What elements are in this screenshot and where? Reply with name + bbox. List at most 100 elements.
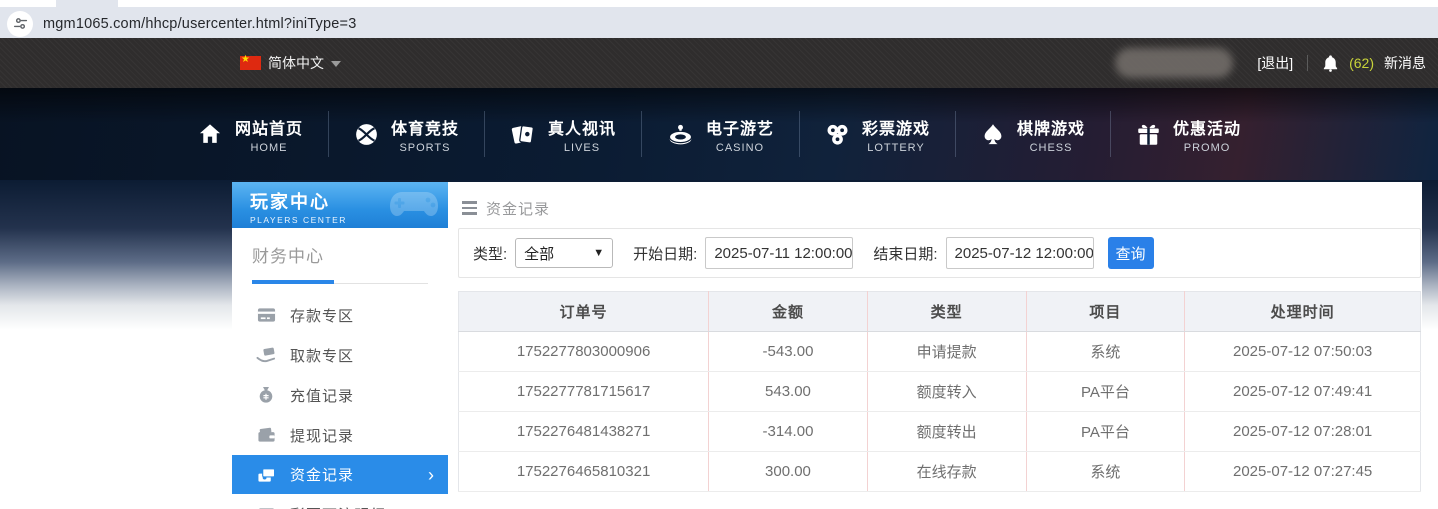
table-row: 1752277781715617 543.00 额度转入 PA平台 2025-07-12… — [458, 371, 1421, 412]
sidebar-item-label: 资金记录 — [290, 467, 355, 484]
table-row: 1752276481438271 -314.00 额度转出 PA平台 2025-07-1… — [458, 411, 1421, 452]
column-header: 金额 — [708, 291, 868, 332]
column-header: 订单号 — [458, 291, 710, 332]
main-content: 资金记录 类型: 全部 ▼ 开始日期: 结束日期: 查询 — [448, 182, 1422, 509]
sidebar-item-label: 存款专区 — [290, 307, 355, 325]
type-label: 类型: — [473, 245, 508, 263]
list-menu-icon — [462, 201, 477, 215]
table-cell: 2025-07-12 07:28:01 — [1184, 411, 1421, 452]
nav-item-chess[interactable]: 棋牌游戏 CHESS — [956, 115, 1110, 154]
tune-icon — [13, 18, 27, 29]
nav-item-label: 网站首页 HOME — [234, 120, 303, 154]
sidebar-item-funds-record[interactable]: 资金记录 › — [232, 455, 448, 494]
nav-item-lives[interactable]: 真人视讯 LIVES — [485, 115, 641, 154]
start-date-input[interactable] — [705, 237, 854, 269]
sidebar-item-withdraw-zone[interactable]: 取款专区 — [232, 335, 448, 375]
nav-item-home[interactable]: 网站首页 HOME — [172, 115, 328, 154]
table-header-row: 订单号 金额 类型 项目 处理时间 — [458, 291, 1421, 332]
top-utility-bar: ★ 简体中文 [退出] (62) 新消息 — [0, 38, 1438, 88]
sidebar-item-deposit-zone[interactable]: 存款专区 — [232, 295, 448, 335]
end-date-label: 结束日期: — [873, 245, 938, 263]
type-select-value: 全部 — [524, 245, 555, 263]
site-settings-icon[interactable] — [7, 10, 33, 37]
nav-item-label: 电子游艺 CASINO — [705, 120, 774, 154]
sidebar: 玩家中心 PLAYERS CENTER 财务中心 存款专区取款专区充值记录提现记… — [232, 182, 448, 509]
cards-icon — [510, 122, 536, 147]
language-selector[interactable]: ★ 简体中文 — [240, 53, 341, 73]
redacted-username — [1115, 48, 1234, 78]
sidebar-item-withdraw-record[interactable]: 提现记录 — [232, 415, 448, 455]
sidebar-header: 玩家中心 PLAYERS CENTER — [232, 182, 448, 228]
table-cell: 1752276465810321 — [458, 451, 710, 492]
sidebar-item-lottery-bet-detail[interactable]: 彩票下注明细 — [232, 494, 448, 509]
nav-item-casino[interactable]: 电子游艺 CASINO — [642, 115, 799, 154]
page-title: 资金记录 — [486, 200, 551, 218]
section-divider — [252, 280, 428, 284]
gift-icon — [1136, 122, 1161, 147]
table-cell: 543.00 — [708, 371, 868, 412]
caret-down-icon — [331, 61, 341, 67]
funds-record-table: 订单号 金额 类型 项目 处理时间 1752277803000906 -543.00 申请提… — [458, 291, 1421, 492]
wallet-icon — [256, 427, 276, 443]
column-header: 类型 — [867, 291, 1027, 332]
end-date-input[interactable] — [945, 237, 1094, 269]
message-count: (62) — [1349, 55, 1374, 71]
chevron-right-icon: › — [428, 464, 434, 485]
divider — [1307, 55, 1309, 71]
nav-item-lottery[interactable]: 彩票游戏 LOTTERY — [800, 115, 955, 154]
nav-item-label: 体育竞技 SPORTS — [390, 120, 459, 154]
table-cell: -543.00 — [708, 331, 868, 372]
filter-panel: 类型: 全部 ▼ 开始日期: 结束日期: 查询 — [458, 228, 1421, 278]
nav-item-promo[interactable]: 优惠活动 PROMO — [1111, 115, 1266, 154]
browser-url-bar: mgm1065.com/hhcp/usercenter.html?iniType… — [0, 0, 1438, 38]
table-cell: 系统 — [1026, 331, 1186, 372]
table-cell: 300.00 — [708, 451, 868, 492]
column-header: 处理时间 — [1184, 291, 1421, 332]
nav-item-label: 棋牌游戏 CHESS — [1017, 120, 1086, 154]
table-cell: 1752277803000906 — [458, 331, 710, 372]
table-row: 1752277803000906 -543.00 申请提款 系统 2025-07-12 … — [458, 331, 1421, 372]
select-caret-icon: ▼ — [593, 247, 605, 259]
nav-item-sports[interactable]: 体育竞技 SPORTS — [329, 115, 484, 154]
bell-icon[interactable] — [1322, 54, 1339, 72]
browser-tab-strip — [0, 0, 1438, 7]
roulette-icon — [667, 122, 694, 147]
table-cell: 1752277781715617 — [458, 371, 710, 412]
table-cell: 2025-07-12 07:50:03 — [1184, 331, 1421, 372]
gamepad-icon — [388, 186, 440, 228]
sidebar-item-label: 彩票下注明细 — [290, 504, 386, 509]
sidebar-item-recharge-record[interactable]: 充值记录 — [232, 375, 448, 415]
new-messages-link[interactable]: 新消息 — [1384, 53, 1426, 73]
nav-item-label: 彩票游戏 LOTTERY — [862, 120, 931, 154]
withdraw-hand-icon — [256, 347, 276, 364]
sports-ball-icon — [354, 122, 379, 147]
type-select[interactable]: 全部 ▼ — [515, 238, 614, 268]
sidebar-item-label: 取款专区 — [290, 347, 355, 365]
nav-item-label: 真人视讯 LIVES — [547, 120, 616, 154]
search-button[interactable]: 查询 — [1107, 237, 1154, 269]
table-cell: PA平台 — [1026, 371, 1186, 412]
logout-button[interactable]: [退出] — [1257, 53, 1293, 73]
table-cell: 申请提款 — [867, 331, 1027, 372]
table-cell: 1752276481438271 — [458, 411, 710, 452]
sidebar-item-label: 提现记录 — [290, 427, 355, 445]
table-row: 1752276465810321 300.00 在线存款 系统 2025-07-12 0… — [458, 451, 1421, 492]
start-date-label: 开始日期: — [633, 245, 698, 263]
sidebar-section-title: 财务中心 — [252, 247, 324, 266]
table-cell: 在线存款 — [867, 451, 1027, 492]
home-icon — [197, 122, 223, 146]
china-flag-icon: ★ — [240, 54, 261, 70]
spade-icon — [981, 122, 1005, 147]
language-label: 简体中文 — [268, 55, 324, 71]
nav-item-label: 优惠活动 PROMO — [1173, 120, 1242, 154]
main-nav: 网站首页 HOME 体育竞技 SPORTS 真人视讯 LIVES 电子游艺 CASINO 彩票游… — [0, 88, 1438, 180]
url-text[interactable]: mgm1065.com/hhcp/usercenter.html?iniType… — [43, 16, 356, 32]
lottery-balls-icon — [825, 122, 850, 147]
table-cell: PA平台 — [1026, 411, 1186, 452]
table-cell: 额度转出 — [867, 411, 1027, 452]
funds-icon — [256, 467, 276, 483]
column-header: 项目 — [1026, 291, 1186, 332]
table-cell: 2025-07-12 07:27:45 — [1184, 451, 1421, 492]
table-cell: 2025-07-12 07:49:41 — [1184, 371, 1421, 412]
deposit-card-icon — [256, 307, 276, 323]
